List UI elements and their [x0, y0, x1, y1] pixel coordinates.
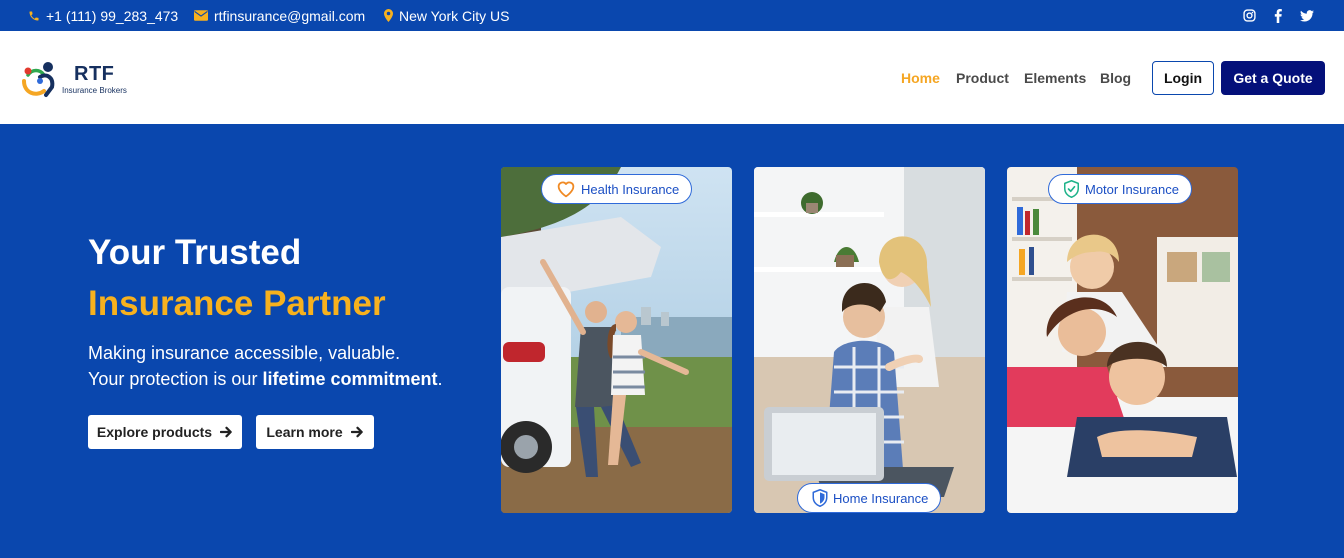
social-twitter[interactable]	[1300, 0, 1314, 31]
nav-blog[interactable]: Blog	[1100, 70, 1131, 86]
explore-products-button[interactable]: Explore products	[88, 415, 242, 449]
nav-home[interactable]: Home	[901, 70, 940, 86]
top-bar: +1 (111) 99_283_473 rtfinsurance@gmail.c…	[0, 0, 1344, 31]
phone-icon	[29, 11, 39, 20]
instagram-icon	[1243, 9, 1256, 22]
social-facebook[interactable]	[1274, 0, 1282, 31]
contact-email[interactable]: rtfinsurance@gmail.com	[194, 0, 365, 31]
facebook-icon	[1274, 8, 1282, 23]
arrow-right-icon	[350, 426, 363, 438]
logo[interactable]: RTF Insurance Brokers	[18, 59, 138, 99]
hero-title-line1: Your Trusted	[88, 233, 302, 272]
couple-car-photo	[501, 167, 732, 513]
logo-mark-icon	[22, 62, 55, 97]
health-insurance-card[interactable]: Health Insurance	[501, 167, 732, 513]
hero-description-suffix: .	[437, 369, 443, 389]
motor-insurance-badge: Motor Insurance	[1048, 174, 1192, 204]
location-text: New York City US	[399, 7, 510, 24]
home-insurance-label: Home Insurance	[833, 490, 929, 506]
learn-more-button[interactable]: Learn more	[256, 415, 374, 449]
contact-phone[interactable]: +1 (111) 99_283_473	[28, 0, 178, 31]
map-pin-icon	[384, 9, 393, 22]
site-header: RTF Insurance Brokers Home Product Eleme…	[0, 31, 1344, 124]
twitter-icon	[1300, 9, 1314, 22]
email-text: rtfinsurance@gmail.com	[214, 7, 366, 24]
shield-check-icon	[1064, 180, 1079, 198]
hero-description-prefix: Your protection is our	[88, 369, 263, 389]
hero-title-line2: Insurance Partner	[88, 284, 386, 323]
logo-name: RTF	[74, 63, 115, 85]
hero-description-line2: Your protection is our lifetime commitme…	[88, 369, 443, 390]
couple-laptop-photo	[754, 167, 985, 513]
mail-icon	[194, 10, 208, 21]
home-insurance-badge: Home Insurance	[797, 483, 942, 513]
health-insurance-label: Health Insurance	[581, 181, 680, 197]
contact-location: New York City US	[384, 0, 509, 31]
hero-description-line1: Making insurance accessible, valuable.	[88, 343, 401, 363]
logo-tagline: Insurance Brokers	[62, 86, 127, 95]
motor-insurance-card[interactable]: Motor Insurance	[1007, 167, 1238, 513]
health-insurance-badge: Health Insurance	[541, 174, 693, 204]
arrow-right-icon	[220, 426, 232, 438]
shield-icon	[812, 489, 828, 507]
phone-text: +1 (111) 99_283_473	[46, 7, 179, 24]
login-button[interactable]: Login	[1152, 61, 1214, 95]
heart-icon	[557, 181, 575, 198]
explore-products-label: Explore products	[96, 424, 213, 440]
family-photo	[1007, 167, 1238, 513]
social-instagram[interactable]	[1243, 0, 1256, 31]
learn-more-label: Learn more	[266, 424, 343, 440]
motor-insurance-label: Motor Insurance	[1085, 181, 1179, 197]
hero-description-bold: lifetime commitment	[262, 369, 438, 389]
get-quote-button[interactable]: Get a Quote	[1221, 61, 1325, 95]
home-insurance-card[interactable]: Home Insurance	[754, 167, 985, 513]
nav-product[interactable]: Product	[956, 70, 1009, 86]
nav-elements[interactable]: Elements	[1024, 70, 1086, 86]
